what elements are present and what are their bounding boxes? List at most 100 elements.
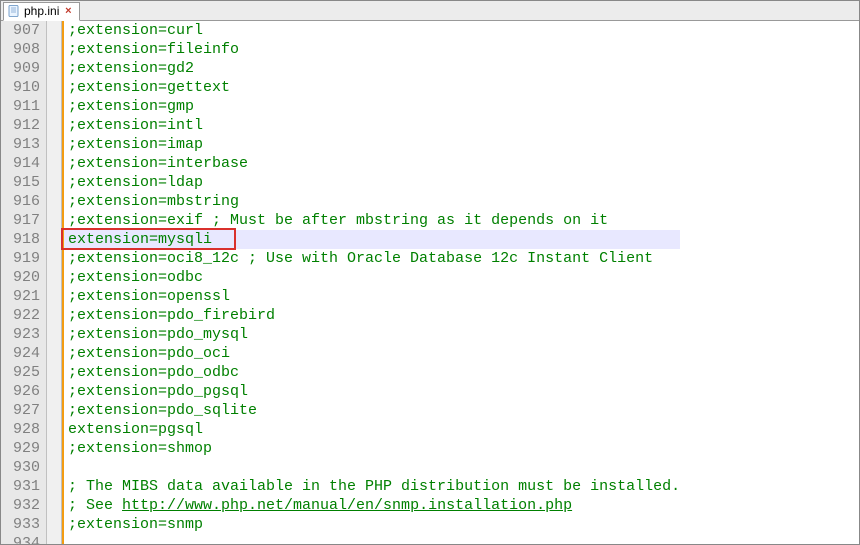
fold-gutter: [47, 59, 62, 78]
code-line[interactable]: 923 ;extension=pdo_mysql: [1, 325, 680, 344]
file-icon: [8, 5, 20, 17]
code-line[interactable]: 929;extension=shmop: [1, 439, 680, 458]
line-number: 920: [1, 268, 47, 287]
fold-gutter: [47, 230, 62, 249]
fold-gutter: [47, 306, 62, 325]
fold-gutter: [47, 211, 62, 230]
line-number: 917: [1, 211, 47, 230]
code-text[interactable]: ;extension=gd2: [64, 59, 680, 78]
comment-text: ;extension=pdo_pgsql: [68, 383, 248, 400]
line-number: 930: [1, 458, 47, 477]
code-text-span: extension=pgsql: [68, 421, 203, 438]
fold-gutter: [47, 515, 62, 534]
file-tab[interactable]: php.ini ×: [3, 2, 80, 21]
code-line[interactable]: 907 ;extension=curl: [1, 21, 680, 40]
code-text[interactable]: ;extension=mbstring: [64, 192, 680, 211]
comment-text: ;extension=pdo_sqlite: [68, 402, 257, 419]
code-text[interactable]: ;extension=oci8_12c ; Use with Oracle Da…: [64, 249, 680, 268]
fold-gutter: [47, 287, 62, 306]
line-number: 914: [1, 154, 47, 173]
code-text[interactable]: ;extension=curl: [64, 21, 680, 40]
code-text[interactable]: ;extension=pdo_firebird: [64, 306, 680, 325]
code-line[interactable]: 914 ;extension=interbase: [1, 154, 680, 173]
code-text[interactable]: ;extension=intl: [64, 116, 680, 135]
code-line[interactable]: 913;extension=imap: [1, 135, 680, 154]
code-text[interactable]: ;extension=odbc: [64, 268, 680, 287]
comment-text: ;extension=odbc: [68, 269, 203, 286]
code-text[interactable]: ;extension=gettext: [64, 78, 680, 97]
code-line[interactable]: 928 extension=pgsql: [1, 420, 680, 439]
code-line[interactable]: 925;extension=pdo_odbc: [1, 363, 680, 382]
code-text[interactable]: ;extension=pdo_odbc: [64, 363, 680, 382]
code-line[interactable]: 922;extension=pdo_firebird: [1, 306, 680, 325]
code-text[interactable]: [64, 458, 680, 477]
editor-window: php.ini × 907 ;extension=curl908;extensio…: [0, 0, 860, 545]
fold-gutter: [47, 439, 62, 458]
code-line[interactable]: 915;extension=ldap: [1, 173, 680, 192]
fold-gutter: [47, 249, 62, 268]
code-line[interactable]: 919 ;extension=oci8_12c ; Use with Oracle…: [1, 249, 680, 268]
code-text[interactable]: ;extension=pdo_sqlite: [64, 401, 680, 420]
code-text[interactable]: ;extension=openssl: [64, 287, 680, 306]
code-line[interactable]: 909;extension=gd2: [1, 59, 680, 78]
comment-text: ;extension=pdo_mysql: [68, 326, 248, 343]
code-line[interactable]: 908;extension=fileinfo: [1, 40, 680, 59]
code-line[interactable]: 921;extension=openssl: [1, 287, 680, 306]
code-text[interactable]: ;extension=imap: [64, 135, 680, 154]
comment-text: ;extension=curl: [68, 22, 203, 39]
tab-bar: php.ini ×: [1, 1, 859, 21]
line-number: 928: [1, 420, 47, 439]
editor-area[interactable]: 907 ;extension=curl908;extension=fileinfo…: [1, 21, 859, 544]
comment-text: ;extension=intl: [68, 117, 203, 134]
code-line[interactable]: 916 ;extension=mbstring: [1, 192, 680, 211]
code-line[interactable]: 930: [1, 458, 680, 477]
code-text[interactable]: ;extension=fileinfo: [64, 40, 680, 59]
code-line[interactable]: 927 ;extension=pdo_sqlite: [1, 401, 680, 420]
code-line[interactable]: 924;extension=pdo_oci: [1, 344, 680, 363]
code-text[interactable]: ;extension=pdo_oci: [64, 344, 680, 363]
code-text[interactable]: ;extension=interbase: [64, 154, 680, 173]
tab-filename: php.ini: [24, 4, 59, 18]
code-line[interactable]: 910;extension=gettext: [1, 78, 680, 97]
line-number: 916: [1, 192, 47, 211]
line-number: 927: [1, 401, 47, 420]
code-line[interactable]: 931 ; The MIBS data available in the PHP …: [1, 477, 680, 496]
code-line[interactable]: 920 ;extension=odbc: [1, 268, 680, 287]
fold-gutter: [47, 420, 62, 439]
code-text[interactable]: [64, 534, 680, 544]
code-text[interactable]: ;extension=pdo_pgsql: [64, 382, 680, 401]
code-text[interactable]: ;extension=pdo_mysql: [64, 325, 680, 344]
code-text[interactable]: ;extension=shmop: [64, 439, 680, 458]
line-number: 919: [1, 249, 47, 268]
line-number: 907: [1, 21, 47, 40]
comment-text: ;extension=pdo_firebird: [68, 307, 275, 324]
code-text[interactable]: ;extension=exif ; Must be after mbstring…: [64, 211, 680, 230]
line-number: 931: [1, 477, 47, 496]
line-number: 923: [1, 325, 47, 344]
fold-gutter: [47, 382, 62, 401]
code-line[interactable]: 912;extension=intl: [1, 116, 680, 135]
code-line[interactable]: 926;extension=pdo_pgsql: [1, 382, 680, 401]
comment-text: ;extension=ldap: [68, 174, 203, 191]
url-link[interactable]: http://www.php.net/manual/en/snmp.instal…: [122, 497, 572, 514]
code-line[interactable]: 911;extension=gmp: [1, 97, 680, 116]
code-text[interactable]: ;extension=gmp: [64, 97, 680, 116]
code-text[interactable]: extension=mysqli: [64, 230, 680, 249]
code-line[interactable]: 917 ;extension=exif ; Must be after mbstr…: [1, 211, 680, 230]
code-line[interactable]: 933 ;extension=snmp: [1, 515, 680, 534]
code-text[interactable]: extension=pgsql: [64, 420, 680, 439]
code-text[interactable]: ;extension=snmp: [64, 515, 680, 534]
line-number: 918: [1, 230, 47, 249]
line-number: 933: [1, 515, 47, 534]
comment-text: ;extension=exif ; Must be after mbstring…: [68, 212, 608, 229]
code-line[interactable]: 934: [1, 534, 680, 544]
comment-text: ;extension=pdo_odbc: [68, 364, 239, 381]
code-line[interactable]: 918 extension=mysqli: [1, 230, 680, 249]
code-text[interactable]: ;extension=ldap: [64, 173, 680, 192]
comment-text: ; See: [68, 497, 122, 514]
code-text-span: extension=mysqli: [68, 231, 212, 248]
code-text[interactable]: ; The MIBS data available in the PHP dis…: [64, 477, 680, 496]
code-text[interactable]: ; See http://www.php.net/manual/en/snmp.…: [64, 496, 680, 515]
close-icon[interactable]: ×: [63, 6, 73, 16]
code-line[interactable]: 932; See http://www.php.net/manual/en/sn…: [1, 496, 680, 515]
